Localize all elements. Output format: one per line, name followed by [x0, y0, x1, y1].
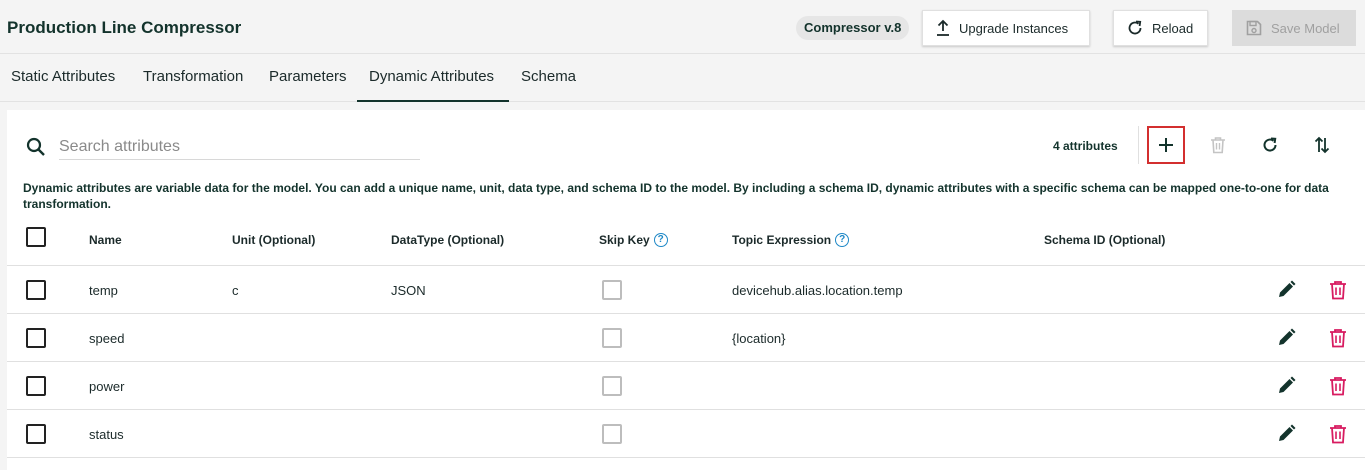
tab-bar: Static Attributes Transformation Paramet…	[0, 54, 1365, 102]
search-input[interactable]	[59, 134, 420, 160]
search-icon	[26, 137, 45, 156]
help-icon[interactable]: ?	[653, 233, 668, 247]
skip-key-checkbox[interactable]	[602, 280, 622, 300]
refresh-button[interactable]	[1251, 126, 1289, 164]
save-model-button[interactable]: Save Model	[1232, 10, 1356, 46]
description-text: Dynamic attributes are variable data for…	[23, 181, 1329, 211]
upgrade-instances-button[interactable]: Upgrade Instances	[922, 10, 1090, 46]
skip-key-checkbox[interactable]	[602, 376, 622, 396]
table-row: speed {location}	[7, 314, 1365, 362]
trash-icon[interactable]	[1327, 279, 1349, 301]
sort-arrows-icon	[1314, 136, 1330, 154]
reload-button[interactable]: Reload	[1113, 10, 1208, 46]
table-header: Name Unit (Optional) DataType (Optional)…	[7, 220, 1365, 266]
trash-icon[interactable]	[1327, 375, 1349, 397]
tab-transformation[interactable]: Transformation	[143, 54, 243, 102]
row-checkbox[interactable]	[26, 376, 46, 396]
delete-selected-button[interactable]	[1199, 126, 1237, 164]
row-checkbox[interactable]	[26, 328, 46, 348]
cell-topic-expression: {location}	[732, 331, 786, 346]
cell-name: power	[89, 379, 125, 394]
sort-button[interactable]	[1303, 126, 1341, 164]
version-badge: Compressor v.8	[796, 16, 910, 40]
cell-datatype: JSON	[391, 283, 426, 298]
cell-name: speed	[89, 331, 125, 346]
upgrade-instances-label: Upgrade Instances	[959, 20, 1069, 36]
refresh-icon	[1263, 137, 1277, 152]
attributes-panel: 4 attributes Dynamic attributes are vari…	[7, 110, 1365, 470]
plus-icon	[1159, 138, 1173, 152]
row-checkbox[interactable]	[26, 424, 46, 444]
column-header-unit: Unit (Optional)	[232, 233, 316, 247]
column-header-schema-id: Schema ID (Optional)	[1044, 233, 1166, 247]
toolbar-divider	[1138, 126, 1139, 164]
skip-key-checkbox[interactable]	[602, 424, 622, 444]
table-row: power	[7, 362, 1365, 410]
reload-label: Reload	[1152, 20, 1194, 36]
tab-dynamic-attributes[interactable]: Dynamic Attributes	[357, 54, 509, 102]
trash-icon[interactable]	[1327, 327, 1349, 349]
save-model-label: Save Model	[1271, 20, 1340, 36]
trash-icon[interactable]	[1327, 423, 1349, 445]
page-title: Production Line Compressor	[7, 18, 242, 37]
help-icon[interactable]: ?	[835, 233, 850, 247]
tab-schema[interactable]: Schema	[521, 54, 576, 102]
cell-name: temp	[89, 283, 118, 298]
upload-icon	[937, 19, 949, 36]
column-header-skip-key: Skip Key ?	[599, 233, 668, 247]
table-row: temp c JSON devicehub.alias.location.tem…	[7, 266, 1365, 314]
column-header-name: Name	[89, 233, 122, 247]
cell-name: status	[89, 427, 124, 442]
add-attribute-button[interactable]	[1147, 126, 1185, 164]
tab-parameters[interactable]: Parameters	[269, 54, 347, 102]
tab-static-attributes[interactable]: Static Attributes	[11, 54, 115, 102]
cell-unit: c	[232, 283, 239, 298]
select-all-checkbox[interactable]	[26, 227, 46, 247]
column-header-datatype: DataType (Optional)	[391, 233, 505, 247]
column-header-topic-expression: Topic Expression ?	[732, 233, 850, 247]
cell-topic-expression: devicehub.alias.location.temp	[732, 283, 903, 298]
skip-key-checkbox[interactable]	[602, 328, 622, 348]
table-row: status	[7, 410, 1365, 458]
attribute-count: 4 attributes	[1053, 139, 1118, 153]
pencil-icon[interactable]	[1275, 327, 1297, 349]
floppy-disk-icon	[1246, 20, 1262, 36]
page-header: Production Line Compressor Compressor v.…	[0, 0, 1365, 54]
reload-icon	[1128, 20, 1142, 35]
trash-icon	[1211, 137, 1225, 154]
row-checkbox[interactable]	[26, 280, 46, 300]
pencil-icon[interactable]	[1275, 375, 1297, 397]
pencil-icon[interactable]	[1275, 279, 1297, 301]
pencil-icon[interactable]	[1275, 423, 1297, 445]
